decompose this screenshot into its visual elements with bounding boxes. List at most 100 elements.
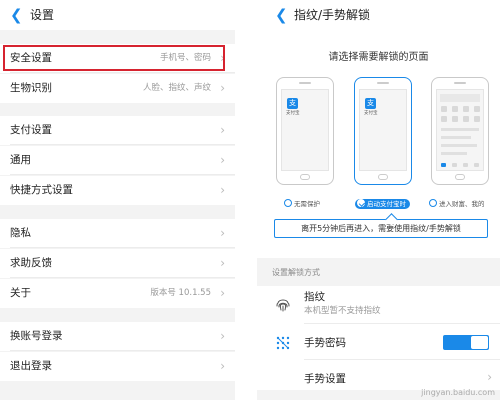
settings-item-shortcuts[interactable]: 快捷方式设置 › <box>0 176 235 205</box>
chevron-right-icon: › <box>220 153 225 167</box>
line-placeholder <box>441 144 477 147</box>
settings-item-label: 换账号登录 <box>10 330 63 342</box>
option-label: 进入财富、我的 <box>439 200 485 208</box>
line-placeholder <box>441 136 471 139</box>
gesture-password-title: 手势密码 <box>304 337 346 349</box>
option-label: 启动支付宝时 <box>367 200 406 208</box>
settings-item-label: 退出登录 <box>10 360 52 372</box>
gesture-settings-item[interactable]: 手势设置 › <box>257 361 500 391</box>
fingerprint-item[interactable]: 指纹 本机型暂不支持指纹 <box>257 286 500 324</box>
chevron-right-icon: › <box>220 81 225 95</box>
highlight-box <box>3 45 225 71</box>
phone-preview-launch-alipay[interactable]: 支 支付宝 <box>354 77 412 185</box>
speaker <box>454 82 466 84</box>
settings-item-label: 隐私 <box>10 227 31 239</box>
divider <box>304 359 500 360</box>
toggle-knob <box>471 336 488 349</box>
settings-screen: ❮ 设置 安全设置 手机号、密码 › 生物识别 人脸、指纹、声纹 › 支付设置 … <box>0 0 235 400</box>
speaker <box>299 82 311 84</box>
settings-item-feedback[interactable]: 求助反馈 › <box>0 249 235 278</box>
settings-item-biometrics[interactable]: 生物识别 人脸、指纹、声纹 › <box>0 74 235 103</box>
tab-placeholder <box>452 163 457 167</box>
settings-item-switch-account[interactable]: 换账号登录 › <box>0 322 235 351</box>
divider <box>304 323 500 324</box>
settings-item-general[interactable]: 通用 › <box>0 146 235 175</box>
page-title: 指纹/手势解锁 <box>294 8 371 22</box>
banner-placeholder <box>440 94 480 102</box>
select-page-prompt: 请选择需要解锁的页面 <box>328 52 429 63</box>
divider <box>10 247 235 248</box>
settings-item-payment[interactable]: 支付设置 › <box>0 116 235 145</box>
settings-nav-bar: ❮ 设置 <box>0 0 235 30</box>
chevron-right-icon: › <box>220 226 225 240</box>
grid-cell <box>452 116 458 122</box>
divider <box>10 277 235 278</box>
phone-screen <box>436 89 484 171</box>
phone-screen: 支 支付宝 <box>359 89 407 171</box>
fingerprint-subtitle: 本机型暂不支持指纹 <box>304 306 381 316</box>
option-no-protection[interactable]: 无需保护 <box>284 199 320 209</box>
settings-item-label: 通用 <box>10 154 31 166</box>
tab-placeholder <box>441 163 446 167</box>
settings-item-label: 求助反馈 <box>10 257 52 269</box>
chevron-right-icon: › <box>220 286 225 300</box>
settings-item-label: 关于 <box>10 287 31 299</box>
app-name: 支付宝 <box>364 111 378 116</box>
page-title: 设置 <box>30 8 55 22</box>
unlock-tip: 离开5分钟后再进入，需要使用指纹/手势解锁 <box>274 219 488 238</box>
gesture-password-toggle[interactable] <box>443 335 489 350</box>
watermark: jingyan.baidu.com <box>421 388 495 397</box>
settings-item-label: 支付设置 <box>10 124 52 136</box>
option-wealth-mine[interactable]: 进入财富、我的 <box>429 199 485 209</box>
grid-cell <box>474 116 480 122</box>
settings-item-about[interactable]: 关于 版本号 10.1.55 › <box>0 279 235 308</box>
fingerprint-title: 指纹 <box>304 291 325 303</box>
chevron-right-icon: › <box>220 183 225 197</box>
option-label: 无需保护 <box>294 200 320 208</box>
chevron-right-icon: › <box>220 123 225 137</box>
gesture-password-item: 手势密码 <box>257 326 500 360</box>
home-button <box>455 174 465 180</box>
divider <box>10 72 235 73</box>
phone-screen: 支 支付宝 <box>281 89 329 171</box>
radio-checked-icon <box>357 199 365 207</box>
divider <box>10 174 235 175</box>
chevron-right-icon: › <box>220 256 225 270</box>
settings-item-privacy[interactable]: 隐私 › <box>0 219 235 248</box>
speaker <box>377 82 389 84</box>
phone-preview-wealth-mine[interactable] <box>431 77 489 185</box>
chevron-right-icon: › <box>220 329 225 343</box>
tab-placeholder <box>474 163 479 167</box>
line-placeholder <box>441 152 467 155</box>
unlock-nav-bar: ❮ 指纹/手势解锁 <box>257 0 500 30</box>
divider <box>10 144 235 145</box>
home-button <box>378 174 388 180</box>
back-arrow-icon[interactable]: ❮ <box>10 7 23 23</box>
tab-placeholder <box>463 163 468 167</box>
grid-cell <box>452 106 458 112</box>
radio-unchecked-icon <box>429 199 437 207</box>
alipay-logo-icon: 支 <box>365 98 376 109</box>
settings-item-value: 人脸、指纹、声纹 <box>142 83 211 93</box>
settings-item-label: 快捷方式设置 <box>10 184 73 196</box>
settings-item-label: 生物识别 <box>10 82 52 94</box>
chevron-right-icon: › <box>220 359 225 373</box>
radio-unchecked-icon <box>284 199 292 207</box>
gesture-grid-icon <box>276 336 290 350</box>
phone-preview-no-protection[interactable]: 支 支付宝 <box>276 77 334 185</box>
option-launch-alipay[interactable]: 启动支付宝时 <box>355 199 410 209</box>
line-placeholder <box>441 128 479 131</box>
fingerprint-icon <box>276 299 290 312</box>
back-arrow-icon[interactable]: ❮ <box>275 7 288 23</box>
version-number: 版本号 10.1.55 <box>150 288 211 298</box>
grid-cell <box>463 116 469 122</box>
alipay-logo-icon: 支 <box>287 98 298 109</box>
grid-cell <box>474 106 480 112</box>
gesture-settings-title: 手势设置 <box>304 373 346 385</box>
divider <box>10 350 235 351</box>
grid-cell <box>441 116 447 122</box>
chevron-right-icon: › <box>487 370 492 384</box>
settings-item-logout[interactable]: 退出登录 › <box>0 352 235 381</box>
grid-cell <box>463 106 469 112</box>
unlock-screen: ❮ 指纹/手势解锁 请选择需要解锁的页面 支 支付宝 支 支付宝 无需保护 启动… <box>257 0 500 400</box>
